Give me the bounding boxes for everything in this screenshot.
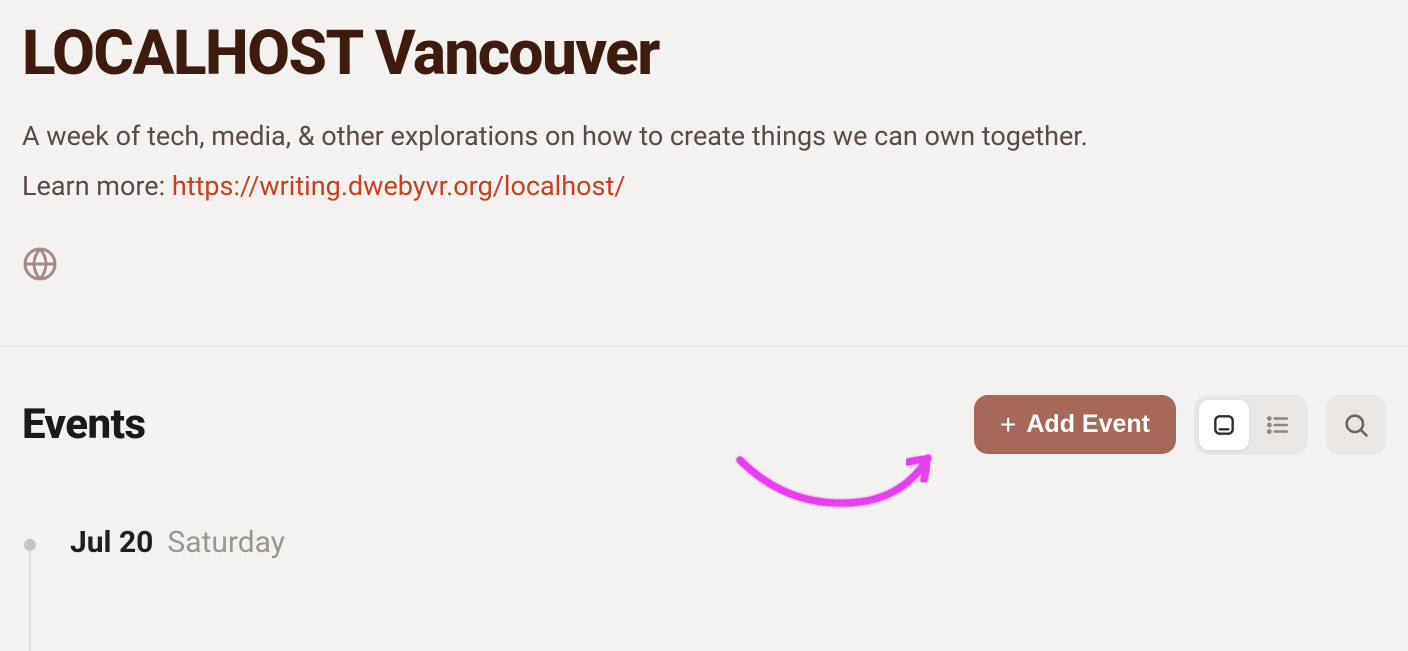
timeline-day: Saturday — [167, 525, 285, 560]
view-toggle-group — [1194, 395, 1308, 455]
timeline-date: Jul 20 — [70, 525, 153, 560]
search-button[interactable] — [1326, 395, 1386, 455]
events-controls: + Add Event — [974, 395, 1386, 455]
learn-more-line: Learn more: https://writing.dwebyvr.org/… — [0, 158, 1408, 208]
card-view-icon — [1211, 412, 1237, 438]
list-view-button[interactable] — [1253, 400, 1303, 450]
timeline-line — [29, 551, 31, 651]
search-icon — [1342, 411, 1370, 439]
events-header-bar: Events + Add Event — [0, 347, 1408, 455]
page-description: A week of tech, media, & other explorati… — [0, 88, 1408, 158]
list-view-icon — [1265, 412, 1291, 438]
timeline-date-row: Jul 20 Saturday — [22, 525, 1386, 560]
learn-more-link[interactable]: https://writing.dwebyvr.org/localhost/ — [172, 170, 626, 202]
learn-more-label: Learn more: — [22, 170, 172, 202]
events-heading: Events — [22, 400, 146, 449]
add-event-button[interactable]: + Add Event — [974, 395, 1176, 454]
plus-icon: + — [1000, 411, 1016, 439]
timeline-dot — [24, 539, 36, 551]
add-event-label: Add Event — [1026, 410, 1150, 439]
globe-icon[interactable] — [22, 267, 58, 286]
events-timeline: Jul 20 Saturday — [0, 455, 1408, 560]
page-title: LOCALHOST Vancouver — [0, 0, 1408, 88]
card-view-button[interactable] — [1199, 400, 1249, 450]
